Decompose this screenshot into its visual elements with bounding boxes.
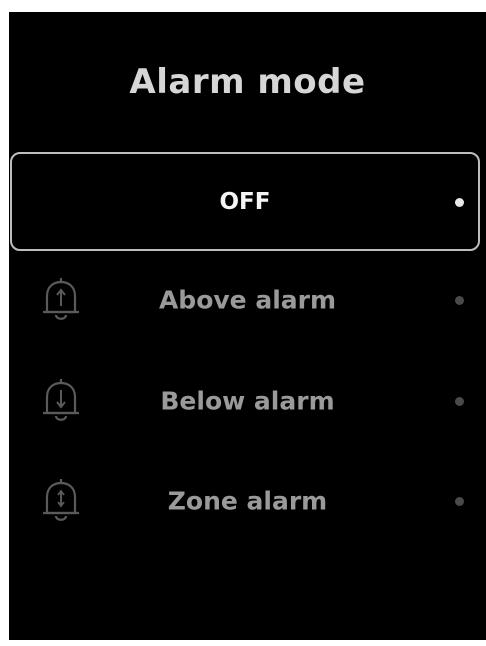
option-label: Below alarm <box>160 386 335 416</box>
option-zone-alarm[interactable]: Zone alarm <box>9 453 486 549</box>
unselected-indicator-dot <box>455 397 464 406</box>
option-label: Zone alarm <box>167 486 328 516</box>
option-label: OFF <box>219 188 271 215</box>
selected-indicator-dot <box>455 197 464 207</box>
option-below-alarm[interactable]: Below alarm <box>9 353 486 449</box>
unselected-indicator-dot <box>455 296 464 305</box>
option-above-alarm[interactable]: Above alarm <box>9 252 486 348</box>
option-off[interactable]: OFF <box>10 152 480 251</box>
page-title: Alarm mode <box>129 62 366 102</box>
unselected-indicator-dot <box>455 497 464 506</box>
option-label: Above alarm <box>158 285 337 315</box>
alarm-mode-screen: Alarm mode OFF Above alarm Below alarm Z… <box>9 12 486 640</box>
